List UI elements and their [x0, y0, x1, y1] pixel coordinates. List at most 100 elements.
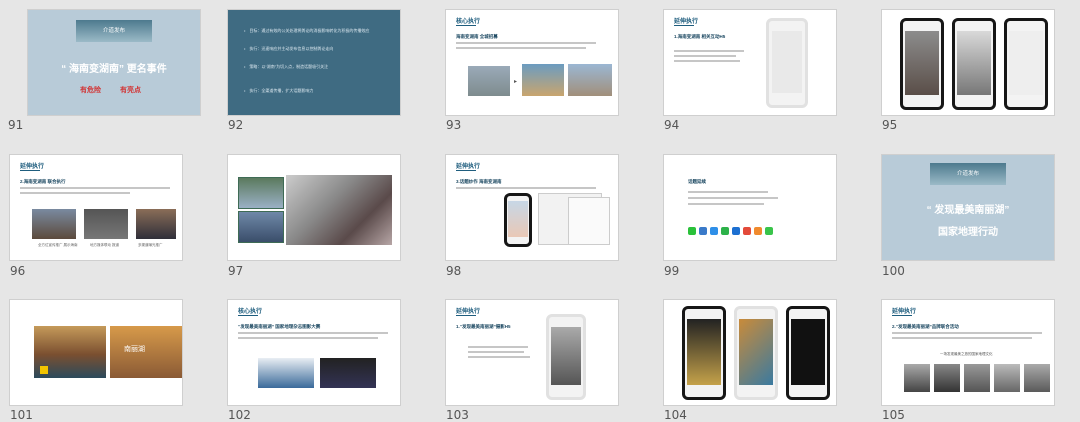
text-line: [892, 337, 1032, 339]
slide-number: 93: [446, 118, 462, 132]
slide-subtitle: “发现最美南丽湖” 国家地理杂志图影大赛: [238, 324, 321, 329]
wechat-icon: [688, 227, 696, 235]
slide-number: 103: [446, 408, 469, 422]
street-photo: [568, 64, 612, 96]
portrait-photo: [964, 364, 990, 392]
text-line: [238, 332, 388, 334]
slide-header: 核心执行: [456, 19, 481, 25]
header-divider: [20, 170, 40, 171]
header-divider: [456, 170, 476, 171]
slide-subtitle: 2.海南变湖南 联合执行: [20, 179, 66, 184]
slide-100[interactable]: 介道发布 “ 发现最美南丽湖” 国家地理行动: [882, 155, 1054, 260]
phone-mockup: [734, 306, 778, 400]
website-screenshot: [258, 358, 314, 388]
slide-header: 延伸执行: [456, 164, 481, 170]
slide-99[interactable]: 话题延续: [664, 155, 836, 260]
photo-caption: 地方媒体联动 报道: [90, 243, 119, 247]
text-line: [688, 191, 768, 193]
phone-screen: [957, 31, 991, 95]
slide-badge: 介道发布: [930, 163, 1006, 185]
slide-subtitle: 2.“发现最美南丽湖”品牌联合活动: [892, 324, 959, 329]
landscape-photo: 南丽湖: [110, 326, 182, 378]
slide-header: 延伸执行: [20, 164, 45, 170]
photo: [238, 211, 284, 243]
slide-number: 105: [882, 408, 905, 422]
lake-logo-text: 南丽湖: [124, 345, 145, 353]
slide-number: 91: [8, 118, 24, 132]
phone-screen: [1009, 31, 1043, 95]
mural-photo: [522, 64, 564, 96]
phone-mockup: [786, 306, 830, 400]
portrait-photo: [934, 364, 960, 392]
phone-screen: [687, 319, 721, 385]
photo: [32, 209, 76, 239]
phone-screen: [772, 31, 802, 93]
wechat-icon: [765, 227, 773, 235]
slide-92[interactable]: 目标：通过有效的公关处理将舆论的消极影响转化为积极的传播效应 执行：迅速响应并主…: [228, 10, 400, 115]
text-line: [20, 192, 130, 194]
slide-101[interactable]: 南丽湖: [10, 300, 182, 405]
phone-mockup: [766, 18, 808, 108]
slide-104[interactable]: [664, 300, 836, 405]
slide-number: 99: [664, 264, 680, 278]
slide-title: “ 海南变湖南” 更名事件: [61, 64, 167, 75]
text-line: [468, 356, 530, 358]
portrait-photo: [994, 364, 1020, 392]
tieba-icon: [732, 227, 740, 235]
douban-icon: [721, 227, 729, 235]
slide-bullet: 执行：全渠道传播，扩大话题影响力: [244, 88, 394, 94]
slide-94[interactable]: 延伸执行 1.海南变湖南 相关互动H5: [664, 10, 836, 115]
building-photo: [468, 66, 510, 96]
zhihu-icon: [710, 227, 718, 235]
slide-98[interactable]: 延伸执行 3.话题炒作 海南变湖南: [446, 155, 618, 260]
slide-header: 话题延续: [688, 179, 706, 184]
text-line: [456, 42, 596, 44]
phone-mockup: [546, 314, 586, 400]
slide-header: 核心执行: [238, 309, 263, 315]
slide-91[interactable]: 介道发布 “ 海南变湖南” 更名事件 有危险 有亮点: [28, 10, 200, 115]
slide-102[interactable]: 核心执行 “发现最美南丽湖” 国家地理杂志图影大赛: [228, 300, 400, 405]
slide-number: 104: [664, 408, 687, 422]
national-geographic-logo: [40, 366, 48, 374]
slide-number: 94: [664, 118, 680, 132]
phone-mockup: [952, 18, 996, 110]
photo-caption: 多渠道曝光推广: [138, 243, 163, 247]
slide-105[interactable]: 延伸执行 2.“发现最美南丽湖”品牌联合活动 一场发现最美之旅的国家地理文化: [882, 300, 1054, 405]
text-line: [674, 60, 740, 62]
photo: [84, 209, 128, 239]
slide-number: 97: [228, 264, 244, 278]
weibo-icon: [699, 227, 707, 235]
text-line: [688, 197, 778, 199]
portrait-photo: [1024, 364, 1050, 392]
slide-subtitle: 国家地理行动: [938, 227, 998, 238]
slide-header: 延伸执行: [892, 309, 917, 315]
slide-number: 95: [882, 118, 898, 132]
header-divider: [238, 315, 258, 316]
photo-caption: 全方位宣传推广 展示海南: [38, 243, 78, 247]
slide-red-text-1: 有危险: [80, 87, 101, 94]
text-line: [674, 50, 744, 52]
activity-tagline: 一场发现最美之旅的国家地理文化: [940, 352, 993, 356]
phone-mockup: [504, 193, 532, 247]
slide-number: 102: [228, 408, 251, 422]
slide-header: 延伸执行: [674, 19, 699, 25]
text-line: [688, 203, 764, 205]
phone-mockup: [900, 18, 944, 110]
slide-93[interactable]: 核心执行 海南变湖南 全城招募 ▸: [446, 10, 618, 115]
text-line: [456, 187, 596, 189]
photo: [238, 177, 284, 209]
slide-subtitle: 3.话题炒作 海南变湖南: [456, 179, 502, 184]
slide-96[interactable]: 延伸执行 2.海南变湖南 联合执行 全方位宣传推广 展示海南 地方媒体联动 报道…: [10, 155, 182, 260]
slide-title: “ 发现最美南丽湖”: [926, 205, 1010, 216]
slide-103[interactable]: 延伸执行 1.“发现最美南丽湖”摄影H5: [446, 300, 618, 405]
text-line: [456, 47, 586, 49]
slide-header: 延伸执行: [456, 309, 481, 315]
photo: [136, 209, 176, 239]
text-line: [674, 55, 736, 57]
street-scene-photo: [286, 175, 392, 245]
slide-95[interactable]: [882, 10, 1054, 115]
slide-bullet: 执行：迅速响应并主动发布信息以控制舆论走向: [244, 46, 394, 52]
slide-97[interactable]: [228, 155, 400, 260]
tudou-icon: [754, 227, 762, 235]
slide-number: 101: [10, 408, 33, 422]
